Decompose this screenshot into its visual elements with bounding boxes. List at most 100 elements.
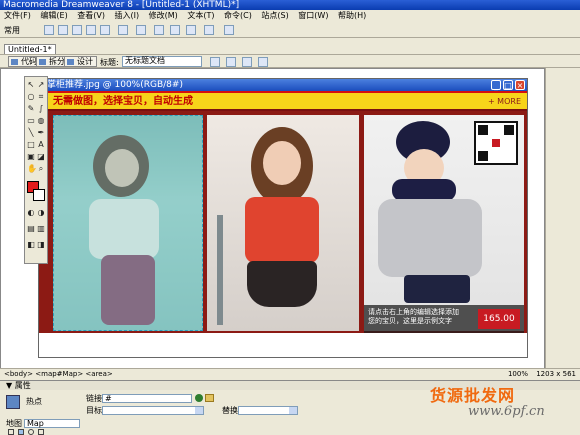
lasso-tool-icon[interactable]: ○ <box>27 93 35 101</box>
page-title-input[interactable]: 无标题文档 <box>122 56 202 67</box>
promo-banner: 无需做图，选择宝贝，自动生成 + MORE <box>39 91 527 111</box>
full-screen-mode-icon[interactable]: ▥ <box>37 225 45 233</box>
table-icon[interactable] <box>86 25 96 35</box>
close-icon[interactable]: × <box>515 80 525 90</box>
link-label: 链接 <box>86 394 102 403</box>
title-label: 标题: <box>100 58 119 67</box>
menu-view[interactable]: 查看(V) <box>77 11 105 20</box>
tag-path[interactable]: <body> <map#Map> <area> <box>4 370 113 378</box>
browse-folder-icon[interactable] <box>205 394 214 402</box>
target-label: 目标 <box>86 406 102 415</box>
tab-untitled-1[interactable]: Untitled-1* <box>4 44 56 54</box>
hand-tool-icon[interactable]: ✋ <box>27 165 37 173</box>
document-tabs: Untitled-1* <box>0 38 580 54</box>
menu-text[interactable]: 文本(T) <box>187 11 214 20</box>
insert-toolbar: 常用 <box>0 22 580 38</box>
watermark-site: www.6pf.cn <box>468 404 545 419</box>
pen-tool-icon[interactable]: ✒ <box>37 129 45 137</box>
selection-tool-icon[interactable]: ↖ <box>27 81 35 89</box>
menu-file[interactable]: 文件(F) <box>4 11 31 20</box>
preview-browser-icon[interactable] <box>226 57 236 67</box>
mask-mode-icon[interactable]: ◐ <box>27 209 35 217</box>
crop-tool-icon[interactable]: ⌗ <box>37 93 45 101</box>
media-icon[interactable] <box>136 25 146 35</box>
menu-window[interactable]: 窗口(W) <box>298 11 328 20</box>
menu-site[interactable]: 站点(S) <box>261 11 288 20</box>
screen-mode-icon[interactable]: ▤ <box>27 225 35 233</box>
link-input[interactable]: # <box>102 394 192 403</box>
map-label: 地图 <box>6 419 22 428</box>
rectangle-tool-icon[interactable]: □ <box>27 141 35 149</box>
hotspot-tool-icon[interactable]: ▣ <box>27 153 35 161</box>
design-view-button[interactable]: 设计 <box>64 56 97 67</box>
circle-hotspot-icon[interactable] <box>28 429 34 435</box>
girl-face <box>263 141 301 185</box>
comment-icon[interactable] <box>170 25 180 35</box>
image-window-title: 掌柜推荐.jpg @ 100%(RGB/8#) <box>47 80 183 90</box>
show-slices-icon[interactable]: ◨ <box>37 241 45 249</box>
map-name-input[interactable]: Map <box>24 419 80 428</box>
template-icon[interactable] <box>186 25 196 35</box>
hotspot-icon <box>6 395 20 409</box>
text-tool-icon[interactable]: A <box>37 141 45 149</box>
document-toolbar: 代码 拆分 设计 标题: 无标题文档 <box>0 54 580 68</box>
window-title: Macromedia Dreamweaver 8 - [Untitled-1 (… <box>3 0 240 10</box>
price-tag: 165.00 <box>478 309 520 329</box>
refresh-icon[interactable] <box>242 57 252 67</box>
menu-modify[interactable]: 修改(M) <box>149 11 178 20</box>
line-tool-icon[interactable]: ╲ <box>27 129 35 137</box>
link-icon[interactable] <box>44 25 54 35</box>
more-link[interactable]: + MORE <box>488 95 521 109</box>
blur-tool-icon[interactable]: ◍ <box>37 117 45 125</box>
zoom-tool-icon[interactable]: ⌕ <box>37 165 45 173</box>
minimize-icon[interactable]: _ <box>491 80 501 90</box>
product-photo-2[interactable] <box>207 115 359 331</box>
pencil-tool-icon[interactable]: ✎ <box>27 105 35 113</box>
pointer-hotspot-icon[interactable] <box>8 429 14 435</box>
banner-text: 无需做图，选择宝贝，自动生成 <box>53 96 193 107</box>
layer-icon[interactable] <box>100 25 110 35</box>
chair-frame <box>217 215 223 325</box>
zoom-level[interactable]: 100% <box>508 370 528 378</box>
eraser-tool-icon[interactable]: ▭ <box>27 117 35 125</box>
menu-commands[interactable]: 命令(C) <box>224 11 252 20</box>
knit-scarf <box>392 179 456 201</box>
window-title-bar: Macromedia Dreamweaver 8 - [Untitled-1 (… <box>0 0 580 10</box>
replace-label: 替换 <box>222 406 238 415</box>
product-photo-3[interactable] <box>364 115 524 331</box>
anchor-icon[interactable] <box>72 25 82 35</box>
image-editor-window[interactable]: 掌柜推荐.jpg @ 100%(RGB/8#) _ □ × 无需做图，选择宝贝，… <box>38 78 528 358</box>
polygon-hotspot-icon[interactable] <box>38 429 44 435</box>
qr-code-icon <box>474 121 518 165</box>
point-to-file-icon[interactable] <box>195 394 203 402</box>
head-icon[interactable] <box>224 25 234 35</box>
image-window-title-bar[interactable]: 掌柜推荐.jpg @ 100%(RGB/8#) _ □ × <box>39 79 527 91</box>
menu-edit[interactable]: 编辑(E) <box>40 11 67 20</box>
subselect-tool-icon[interactable]: ↗ <box>37 81 45 89</box>
hotspot-label: 热点 <box>26 397 42 406</box>
hotspot-selection[interactable] <box>53 115 203 331</box>
menu-help[interactable]: 帮助(H) <box>338 11 366 20</box>
panel-dock <box>545 68 580 370</box>
hide-slices-icon[interactable]: ◧ <box>27 241 35 249</box>
red-cardigan <box>245 197 319 263</box>
date-icon[interactable] <box>154 25 164 35</box>
slice-tool-icon[interactable]: ◪ <box>37 153 45 161</box>
stroke-color-swatch[interactable] <box>33 189 45 201</box>
file-management-icon[interactable] <box>210 57 220 67</box>
maximize-icon[interactable]: □ <box>503 80 513 90</box>
grey-sweatshirt <box>378 199 482 277</box>
target-select[interactable] <box>102 406 204 415</box>
brush-tool-icon[interactable]: ∫ <box>37 105 45 113</box>
view-options-icon[interactable] <box>258 57 268 67</box>
window-size[interactable]: 1203 x 561 <box>536 370 576 378</box>
image-icon[interactable] <box>118 25 128 35</box>
email-icon[interactable] <box>58 25 68 35</box>
replace-select[interactable] <box>238 406 298 415</box>
tools-palette: ↖ ↗ ○ ⌗ ✎ ∫ ▭ ◍ ╲ ✒ □ A ▣ ◪ ✋ ⌕ ◐ ◑ ▤ ▥ … <box>24 76 48 264</box>
toolbar-category[interactable]: 常用 <box>4 25 20 36</box>
menu-insert[interactable]: 插入(I) <box>115 11 140 20</box>
standard-mode-icon[interactable]: ◑ <box>37 209 45 217</box>
rect-hotspot-icon[interactable] <box>18 429 24 435</box>
tag-chooser-icon[interactable] <box>204 25 214 35</box>
